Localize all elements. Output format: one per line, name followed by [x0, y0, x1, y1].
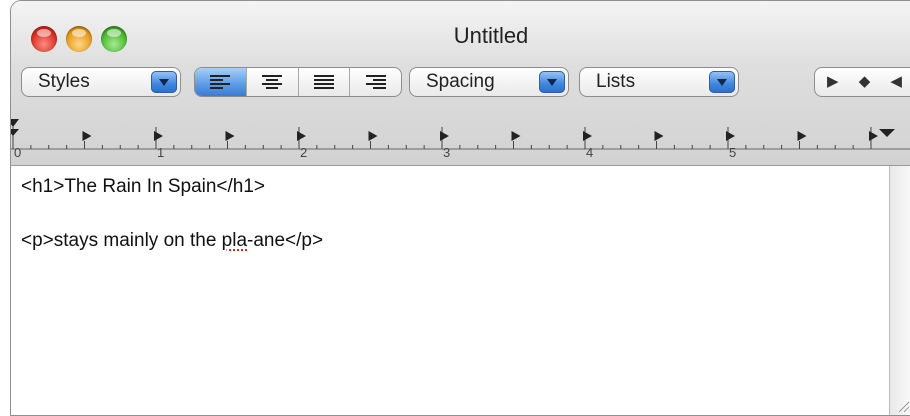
- vertical-scrollbar[interactable]: [889, 166, 910, 415]
- align-left-button[interactable]: [195, 68, 247, 96]
- tab-stop-icons: ▶ ◆ ◀: [827, 73, 910, 90]
- ruler-number: 0: [14, 145, 22, 160]
- alignment-control: [194, 67, 402, 97]
- ruler[interactable]: 0 1 2 3 4 5: [11, 113, 910, 165]
- ruler-number: 5: [729, 145, 737, 160]
- paragraph-line: <p>stays mainly on the pla-ane</p>: [21, 230, 323, 252]
- window-chrome: Untitled Styles Spacing Lists ▶ ◆ ◀ 0 1 …: [11, 1, 910, 166]
- text-editor-area[interactable]: <h1>The Rain In Spain</h1> <p>stays main…: [11, 166, 889, 415]
- tab-stop-marker: [82, 131, 92, 141]
- title-bar[interactable]: Untitled: [11, 1, 910, 59]
- ruler-ticks: [11, 119, 910, 150]
- right-margin-marker: [879, 129, 895, 137]
- chevron-down-icon: [539, 71, 565, 93]
- paragraph-text-end: -ane</p>: [247, 230, 324, 251]
- align-right-button[interactable]: [350, 68, 401, 96]
- align-center-button[interactable]: [247, 68, 299, 96]
- tab-stop-marker: [511, 131, 521, 141]
- window-title: Untitled: [453, 23, 529, 48]
- lists-popup[interactable]: Lists: [579, 67, 739, 97]
- ruler-number: 4: [586, 145, 594, 160]
- spacing-popup[interactable]: Spacing: [409, 67, 569, 97]
- align-justify-button[interactable]: [299, 68, 351, 96]
- format-toolbar: Styles Spacing Lists ▶ ◆ ◀: [11, 67, 910, 103]
- left-indent-marker: [11, 129, 19, 136]
- first-line-indent-marker: [11, 119, 19, 127]
- chevron-down-icon: [709, 71, 735, 93]
- tab-stop-marker: [797, 131, 807, 141]
- ruler-number: 3: [443, 145, 451, 160]
- tab-stop-marker: [726, 131, 735, 141]
- tab-stop-marker: [869, 131, 878, 141]
- chevron-down-icon: [151, 71, 177, 93]
- styles-popup[interactable]: Styles: [21, 67, 181, 97]
- tab-stop-marker: [654, 131, 664, 141]
- tab-stop-marker: [225, 131, 235, 141]
- document-window: Untitled Styles Spacing Lists ▶ ◆ ◀ 0 1 …: [10, 0, 910, 416]
- align-justify-icon: [313, 73, 334, 91]
- align-center-icon: [262, 73, 283, 91]
- ruler-number: 1: [157, 145, 165, 160]
- tab-stop-marker: [368, 131, 378, 141]
- styles-label: Styles: [38, 71, 90, 92]
- align-right-icon: [365, 73, 386, 91]
- tab-stops-control[interactable]: ▶ ◆ ◀: [814, 67, 910, 97]
- tab-stop-marker: [297, 131, 306, 141]
- spacing-label: Spacing: [426, 71, 495, 92]
- ruler-number: 2: [300, 145, 308, 160]
- tab-stop-marker: [583, 131, 592, 141]
- heading-line: <h1>The Rain In Spain</h1>: [21, 176, 266, 197]
- resize-grip-icon[interactable]: [896, 399, 910, 413]
- align-left-icon: [210, 73, 231, 91]
- misspelled-word: pla: [221, 230, 248, 251]
- tab-stop-marker: [440, 131, 449, 141]
- lists-label: Lists: [596, 71, 636, 92]
- tab-stop-marker: [154, 131, 163, 141]
- paragraph-text-start: <p>stays mainly on the: [21, 230, 222, 251]
